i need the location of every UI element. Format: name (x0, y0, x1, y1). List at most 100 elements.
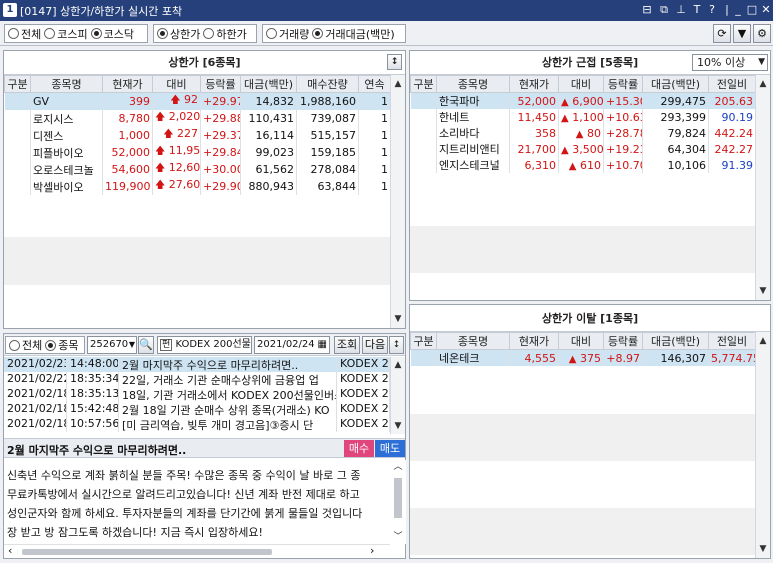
news-item[interactable]: 2021/02/18 15:42:48 2월 18일 기관 순매수 상위 종목(… (4, 402, 390, 417)
close-icon[interactable]: ✕ (759, 2, 773, 18)
table-row[interactable]: 오로스테크놀 54,600 🡅 12,600 +30.00 61,562 278… (4, 161, 391, 178)
threshold-select[interactable]: 10% 이상 ▼ (692, 54, 768, 71)
news-body-scrollbar[interactable]: ︿ ﹀ (391, 460, 406, 544)
limit-option-upper[interactable]: 상한가 (157, 26, 200, 42)
radio-icon[interactable] (44, 28, 56, 39)
sell-button[interactable]: 매도 (375, 440, 405, 457)
scroll-down-icon[interactable]: ▼ (756, 284, 770, 298)
column-header[interactable]: 등락률 (200, 75, 241, 93)
date-field[interactable]: 2021/02/24 ▦ (254, 336, 330, 354)
column-header[interactable]: 대비 (152, 75, 201, 93)
help-icon[interactable]: ? (705, 2, 719, 18)
pin-icon[interactable]: ⊥ (674, 2, 688, 18)
radio-icon[interactable] (312, 28, 324, 39)
table-row[interactable]: 한국파마 52,000 ▲ 6,900 +15.30 299,475 205.6… (410, 92, 756, 109)
market-option-all[interactable]: 전체 (8, 26, 41, 42)
column-header[interactable]: 등락률 (603, 332, 643, 350)
limit-option-lower[interactable]: 하한가 (203, 26, 247, 42)
radio-icon[interactable] (157, 28, 168, 39)
column-header[interactable]: 등락률 (603, 75, 643, 93)
column-header[interactable]: 구분 (410, 332, 437, 350)
minimize-icon[interactable]: _ (731, 2, 745, 18)
table-row[interactable]: 소리바다 358 ▲ 80 +28.78 79,824 442.24 (410, 125, 756, 141)
chevron-down-icon[interactable]: ﹀ (391, 530, 405, 544)
expand-news-button[interactable]: ↕ (389, 336, 404, 354)
font-icon[interactable]: T (690, 2, 704, 18)
dropdown-button[interactable]: ▼ (733, 24, 751, 43)
expand-button[interactable]: ↕ (387, 54, 402, 70)
column-header[interactable]: 매수잔량 (296, 75, 359, 93)
table-row[interactable]: 피플바이오 52,000 🡅 11,950 +29.84 99,023 159,… (4, 144, 391, 161)
column-header[interactable]: 대비 (558, 75, 604, 93)
table-row[interactable]: 로지시스 8,780 🡅 2,020 +29.88 110,431 739,08… (4, 110, 391, 127)
vertical-scrollbar[interactable]: ▲ ▼ (755, 332, 770, 558)
radio-icon[interactable] (8, 28, 19, 39)
scroll-up-icon[interactable]: ▲ (756, 77, 770, 91)
radio-icon[interactable] (203, 28, 215, 39)
calendar-icon[interactable]: ▦ (318, 337, 327, 353)
radio-icon[interactable] (45, 339, 57, 351)
radio-icon[interactable] (90, 28, 102, 39)
column-header[interactable]: 구분 (410, 75, 437, 93)
chevron-right-icon[interactable]: › (370, 544, 374, 557)
table-row[interactable]: 네온테크 4,555 ▲ 375 +8.97 146,307 5,774.75 (410, 349, 756, 366)
column-header[interactable]: 현재가 (509, 332, 559, 350)
news-item[interactable]: 2021/02/18 18:35:13 18일, 기관 거래소에서 KODEX … (4, 387, 390, 402)
search-button[interactable]: 🔍 (138, 336, 154, 354)
scroll-thumb[interactable] (394, 478, 402, 518)
news-item[interactable]: 2021/02/18 10:57:56 [미 금리역습, 빚투 개미 경고음]③… (4, 417, 390, 432)
column-header[interactable]: 대금(백만) (642, 75, 709, 93)
fund-name-field[interactable]: 펀 KODEX 200선물 (157, 336, 252, 354)
news-body-hscrollbar[interactable]: ‹ › (4, 544, 390, 558)
copy-icon[interactable]: ⧉ (657, 2, 671, 18)
scroll-down-icon[interactable]: ▼ (391, 312, 405, 326)
column-header[interactable]: 대비 (558, 332, 604, 350)
chevron-up-icon[interactable]: ︿ (391, 460, 405, 474)
link-icon[interactable]: ⊟ (640, 2, 654, 18)
radio-icon[interactable] (9, 339, 20, 351)
refresh-button[interactable]: ⟳ (713, 24, 731, 43)
scroll-up-icon[interactable]: ▲ (756, 334, 770, 348)
chevron-left-icon[interactable]: ‹ (8, 544, 12, 557)
next-button[interactable]: 다음 (362, 336, 388, 354)
scroll-down-icon[interactable]: ▼ (756, 542, 770, 556)
vertical-scrollbar[interactable]: ▲ ▼ (755, 75, 770, 300)
maximize-icon[interactable]: □ (745, 2, 759, 18)
column-header[interactable]: 종목명 (30, 75, 103, 93)
column-header[interactable]: 구분 (4, 75, 31, 93)
column-header[interactable]: 대금(백만) (642, 332, 709, 350)
market-option-kosdaq[interactable]: 코스닥 (90, 26, 134, 42)
scope-option-stock[interactable]: 종목 (45, 337, 79, 353)
scroll-down-icon[interactable]: ▼ (391, 419, 405, 433)
scroll-up-icon[interactable]: ▲ (391, 77, 405, 91)
news-item[interactable]: 2021/02/23 14:48:00 2월 마지막주 수익으로 마무리하려면.… (4, 357, 390, 372)
query-button[interactable]: 조회 (334, 336, 360, 354)
column-header[interactable]: 전일비 (708, 75, 756, 93)
column-header[interactable]: 연속 (358, 75, 391, 93)
scroll-thumb[interactable] (22, 549, 272, 555)
news-item[interactable]: 2021/02/22 18:35:34 22일, 거래소 기관 순매수상위에 금… (4, 372, 390, 387)
table-row[interactable]: 엔지스테크널 6,310 ▲ 610 +10.70 10,106 91.39 (410, 157, 756, 173)
table-row[interactable]: 지트리비앤티 21,700 ▲ 3,500 +19.23 64,304 242.… (410, 141, 756, 157)
column-header[interactable]: 종목명 (436, 332, 510, 350)
buy-button[interactable]: 매수 (344, 440, 374, 457)
table-row[interactable]: 한네트 11,450 ▲ 1,100 +10.63 293,399 90.19 (410, 109, 756, 125)
vertical-scrollbar[interactable]: ▲ ▼ (390, 75, 405, 328)
column-header[interactable]: 종목명 (436, 75, 510, 93)
market-option-kospi[interactable]: 코스피 (44, 26, 88, 42)
stock-code-input[interactable]: 252670 ▼ (87, 336, 137, 354)
sort-option-volume[interactable]: 거래량 (266, 26, 309, 42)
news-list-scrollbar[interactable]: ▲ ▼ (390, 357, 405, 434)
table-row[interactable]: GV 399 🡅 92 +29.97 14,832 1,988,160 1 (4, 92, 391, 110)
table-row[interactable]: 디젠스 1,000 🡅 227 +29.37 16,114 515,157 1 (4, 127, 391, 144)
column-header[interactable]: 대금(백만) (240, 75, 297, 93)
radio-icon[interactable] (266, 28, 277, 39)
table-row[interactable]: 박셀바이오 119,900 🡅 27,600 +29.90 880,943 63… (4, 178, 391, 195)
scroll-up-icon[interactable]: ▲ (391, 358, 405, 372)
column-header[interactable]: 현재가 (102, 75, 153, 93)
column-header[interactable]: 전일비 (708, 332, 756, 350)
scope-option-all[interactable]: 전체 (9, 337, 42, 353)
sort-option-amount[interactable]: 거래대금(백만) (312, 26, 395, 42)
column-header[interactable]: 현재가 (509, 75, 559, 93)
settings-button[interactable]: ⚙ (753, 24, 771, 43)
